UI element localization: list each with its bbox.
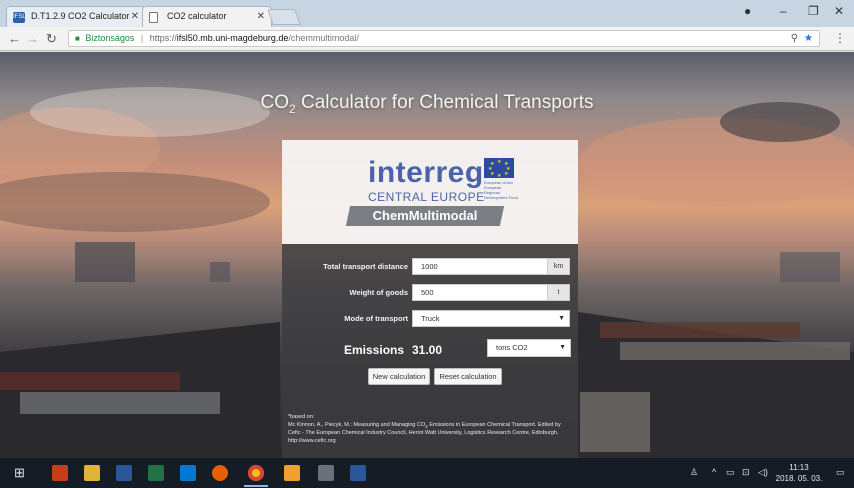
distance-row: Total transport distance 1000 km xyxy=(282,258,578,276)
notifications-icon[interactable]: ▭ xyxy=(836,467,845,478)
taskbar: ⊞ ♙ ^ ▭ ⊡ ◁) 11:13 2018. 05. 03. ▭ xyxy=(0,458,854,488)
chevron-up-icon[interactable]: ^ xyxy=(712,467,716,477)
close-window-icon[interactable]: ✕ xyxy=(834,4,844,18)
tab-ifsl-calculator[interactable]: IFSL D.T1.2.9 CO2 Calculator ✕ xyxy=(6,6,146,27)
tab-label: D.T1.2.9 CO2 Calculator xyxy=(31,11,130,21)
security-label: Biztonságos xyxy=(85,33,135,43)
reference-note: *based on: Mc Kinnon, A., Piecyk, M.: Me… xyxy=(288,414,572,445)
time-label: 11:13 xyxy=(789,463,809,472)
emissions-label: Emissions xyxy=(344,343,405,357)
display-icon[interactable]: ⊡ xyxy=(742,467,750,478)
lock-icon: ■ xyxy=(75,34,80,43)
browser-tab-bar: IFSL D.T1.2.9 CO2 Calculator ✕ CO2 calcu… xyxy=(0,0,854,27)
mode-row: Mode of transport Truck ▼ xyxy=(282,310,578,328)
address-bar[interactable]: ■ Biztonságos | https://ifsl50.mb.uni-ma… xyxy=(68,30,820,47)
emissions-value: 31.00 xyxy=(412,343,443,357)
new-calculation-button[interactable]: New calculation xyxy=(368,368,430,385)
chrome-icon[interactable] xyxy=(248,465,264,481)
based-on-label: *based on: xyxy=(288,414,315,420)
page-viewport: CO2 Calculator for Chemical Transports i… xyxy=(0,52,854,458)
volume-icon[interactable]: ◁) xyxy=(758,467,768,478)
chevron-down-icon: ▼ xyxy=(559,344,566,351)
forward-icon[interactable]: → xyxy=(26,31,39,46)
citation-text: Mc Kinnon, A., Piecyk, M.: Measuring and… xyxy=(288,421,561,444)
weight-input[interactable]: 500 t xyxy=(412,284,570,301)
people-icon[interactable]: ♙ xyxy=(690,467,698,478)
central-europe-label: CENTRAL EUROPE xyxy=(368,190,485,204)
excel-icon[interactable] xyxy=(148,465,164,481)
reload-icon[interactable]: ↻ xyxy=(46,31,57,47)
emissions-unit-select[interactable]: tons CO2 ▼ xyxy=(487,339,571,357)
tab-co2-calculator[interactable]: CO2 calculator ✕ xyxy=(142,6,272,27)
page-title: CO2 Calculator for Chemical Transports xyxy=(260,92,594,116)
file-explorer-icon[interactable] xyxy=(84,465,100,481)
weight-label: Weight of goods xyxy=(349,288,408,297)
distance-label: Total transport distance xyxy=(323,262,408,271)
outlook-icon[interactable] xyxy=(180,465,196,481)
distance-input[interactable]: 1000 km xyxy=(412,258,570,275)
weight-row: Weight of goods 500 t xyxy=(282,284,578,302)
network-icon[interactable]: ▭ xyxy=(726,467,735,478)
minimize-icon[interactable]: – xyxy=(780,4,787,18)
firefox-icon[interactable] xyxy=(212,465,228,481)
separator: | xyxy=(140,33,144,43)
profile-icon[interactable]: ● xyxy=(744,4,751,18)
url-protocol: https:// xyxy=(149,33,177,43)
tab-label: CO2 calculator xyxy=(167,11,227,21)
chevron-down-icon: ▼ xyxy=(558,315,565,322)
restore-icon[interactable]: ❐ xyxy=(808,4,819,18)
new-tab-button[interactable] xyxy=(267,9,301,25)
interreg-logo: interreg xyxy=(368,156,484,189)
bookmark-star-icon[interactable]: ★ xyxy=(804,33,813,44)
powerpoint-icon[interactable] xyxy=(52,465,68,481)
active-app-indicator xyxy=(244,485,268,487)
mode-select[interactable]: Truck ▼ xyxy=(412,310,570,327)
word-document-icon[interactable] xyxy=(350,465,366,481)
eu-flag-icon: ★ ★ ★ ★ ★ ★ ★ ★ xyxy=(484,158,514,179)
word-icon[interactable] xyxy=(116,465,132,481)
app-icon[interactable] xyxy=(284,465,300,481)
close-icon[interactable]: ✕ xyxy=(257,11,265,22)
windows-start-icon[interactable]: ⊞ xyxy=(14,465,25,481)
clock[interactable]: 11:13 2018. 05. 03. xyxy=(774,462,824,484)
ifsl-icon: IFSL xyxy=(13,12,26,23)
close-icon[interactable]: ✕ xyxy=(131,11,139,22)
menu-icon[interactable]: ⋮ xyxy=(834,31,846,45)
url-host: ifsl50.mb.uni-magdeburg.de xyxy=(176,33,289,43)
mode-label: Mode of transport xyxy=(344,314,408,323)
reset-calculation-button[interactable]: Reset calculation xyxy=(434,368,502,385)
address-toolbar: ← → ↻ ■ Biztonságos | https://ifsl50.mb.… xyxy=(0,27,854,51)
date-label: 2018. 05. 03. xyxy=(775,474,823,483)
weight-unit: t xyxy=(547,285,569,300)
chemmultimodal-label: ChemMultimodal xyxy=(372,208,478,223)
page-icon xyxy=(149,12,158,23)
url-path: /chemmultimodal/ xyxy=(288,33,359,43)
zoom-icon[interactable]: ⚲ xyxy=(791,33,798,44)
calculator-icon[interactable] xyxy=(318,465,334,481)
interreg-logo-panel: interreg CENTRAL EUROPE ★ ★ ★ ★ ★ ★ ★ ★ Europ… xyxy=(282,140,578,244)
back-icon[interactable]: ← xyxy=(8,31,21,46)
calculator-panel: Total transport distance 1000 km Weight … xyxy=(282,244,578,458)
distance-unit: km xyxy=(547,259,569,274)
eu-caption: European Union European Regional Develop… xyxy=(484,180,518,200)
